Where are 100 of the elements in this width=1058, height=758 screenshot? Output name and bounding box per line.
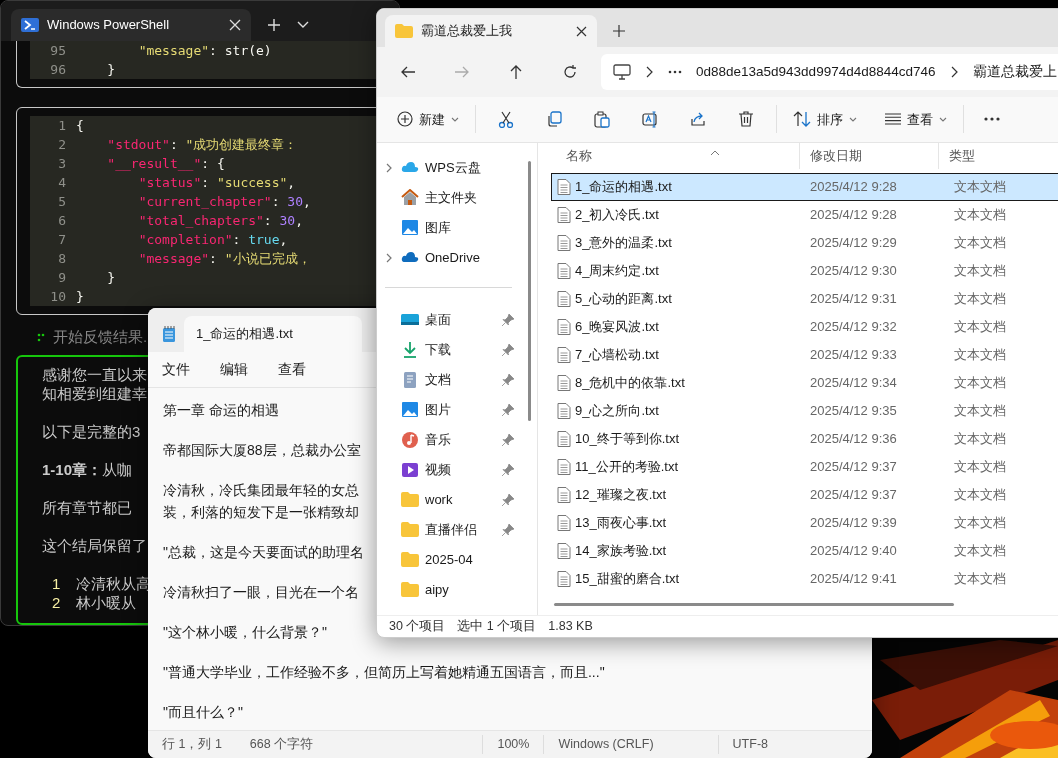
refresh-icon[interactable]	[562, 63, 578, 80]
file-row[interactable]: 13_雨夜心事.txt 2025/4/12 9:39 文本文档	[551, 508, 1058, 537]
file-type: 文本文档	[954, 206, 1006, 222]
address-bar[interactable]: 0d88de13a5d943dd9974d4d8844cd746 霸道总裁爱上	[601, 53, 1058, 90]
sidebar-item[interactable]: 主文件夹	[377, 182, 522, 213]
sidebar-item[interactable]: aipy	[377, 574, 522, 605]
file-row[interactable]: 3_意外的温柔.txt 2025/4/12 9:29 文本文档	[551, 228, 1058, 257]
line-number: 2	[57, 136, 66, 154]
file-row[interactable]: 15_甜蜜的磨合.txt 2025/4/12 9:41 文本文档	[551, 564, 1058, 593]
file-name: 14_家族考验.txt	[575, 541, 667, 560]
breadcrumb[interactable]: 0d88de13a5d943dd9974d4d8844cd746	[696, 61, 936, 83]
scrollbar-thumb[interactable]	[528, 160, 531, 421]
cut-icon[interactable]	[498, 110, 514, 128]
sidebar-item[interactable]: work	[377, 484, 522, 515]
file-row[interactable]: 6_晚宴风波.txt 2025/4/12 9:32 文本文档	[551, 312, 1058, 341]
file-date: 2025/4/12 9:28	[810, 206, 897, 222]
file-name: 6_晚宴风波.txt	[575, 317, 659, 336]
column-header[interactable]: 名称	[538, 142, 800, 169]
more-icon[interactable]	[984, 117, 1000, 122]
code-line: "message": "小说已完成，	[138, 250, 311, 268]
menu-item[interactable]: 文件	[162, 359, 190, 380]
caret-icon	[849, 116, 857, 122]
file-icon	[557, 514, 571, 531]
menu-item[interactable]: 编辑	[220, 359, 248, 380]
file-icon	[557, 430, 571, 447]
scrollbar-thumb[interactable]	[554, 602, 954, 606]
delete-icon[interactable]	[738, 110, 754, 128]
new-button[interactable]: 新建	[387, 102, 469, 137]
response-text: 知相爱到组建幸	[42, 384, 147, 403]
close-icon[interactable]	[576, 25, 587, 37]
up-icon[interactable]	[508, 63, 524, 80]
file-row[interactable]: 2_初入冷氏.txt 2025/4/12 9:28 文本文档	[551, 200, 1058, 229]
code-line: }	[107, 269, 116, 287]
text-line: "而且什么？"	[163, 703, 243, 722]
file-row[interactable]: 4_周末约定.txt 2025/4/12 9:30 文本文档	[551, 256, 1058, 285]
copy-icon[interactable]	[546, 110, 562, 128]
file-row[interactable]: 7_心墙松动.txt 2025/4/12 9:33 文本文档	[551, 340, 1058, 369]
file-row[interactable]: 8_危机中的依靠.txt 2025/4/12 9:34 文本文档	[551, 368, 1058, 397]
status-text: 1.83 KB	[548, 618, 593, 636]
share-icon[interactable]	[690, 110, 706, 128]
powershell-icon	[21, 17, 39, 33]
code-line: }	[107, 61, 116, 79]
explorer-tab[interactable]: 霸道总裁爱上我	[385, 15, 597, 47]
file-row[interactable]: 10_终于等到你.txt 2025/4/12 9:36 文本文档	[551, 424, 1058, 453]
file-type: 文本文档	[954, 402, 1006, 418]
file-name: 8_危机中的依靠.txt	[575, 373, 685, 392]
paste-icon[interactable]	[594, 110, 610, 128]
rename-icon[interactable]	[642, 110, 658, 128]
sort-button[interactable]: 排序	[783, 102, 867, 137]
sort-icon	[793, 111, 811, 128]
file-name: 5_心动的距离.txt	[575, 289, 672, 308]
column-header[interactable]: 修改日期	[799, 142, 940, 169]
terminal-tab[interactable]: Windows PowerShell	[11, 9, 251, 41]
file-date: 2025/4/12 9:33	[810, 346, 897, 362]
sidebar-item[interactable]: 桌面	[377, 304, 522, 335]
file-icon	[557, 570, 571, 587]
dropdown-icon[interactable]	[297, 21, 309, 29]
sidebar-item[interactable]: 直播伴侣	[377, 514, 522, 545]
music-icon	[401, 431, 419, 449]
sidebar-item[interactable]: 图片	[377, 394, 522, 425]
file-name: 2_初入冷氏.txt	[575, 205, 659, 224]
response-text: 1-10章：从咖	[42, 460, 133, 479]
menu-item[interactable]: 查看	[278, 359, 306, 380]
sidebar-item[interactable]: 音乐	[377, 424, 522, 455]
file-icon	[557, 458, 571, 475]
file-type: 文本文档	[954, 570, 1006, 586]
file-icon	[557, 374, 571, 391]
new-tab-icon[interactable]	[613, 25, 625, 37]
status-text: 行 1，列 1	[161, 736, 223, 754]
sidebar-item[interactable]: 下载	[377, 334, 522, 365]
file-row[interactable]: 11_公开的考验.txt 2025/4/12 9:37 文本文档	[551, 452, 1058, 481]
sidebar-item[interactable]: 2025-04	[377, 544, 522, 575]
chevron-icon	[645, 65, 654, 78]
status-text: Windows (CRLF)	[543, 735, 668, 754]
sidebar-item[interactable]: 图库	[377, 212, 522, 243]
sidebar-item[interactable]: WPS云盘	[377, 152, 522, 183]
text-line: "普通大学毕业，工作经验不多，但简历上写着她精通五国语言，而且..."	[163, 663, 605, 682]
file-type: 文本文档	[954, 318, 1006, 334]
file-row[interactable]: 12_璀璨之夜.txt 2025/4/12 9:37 文本文档	[551, 480, 1058, 509]
file-date: 2025/4/12 9:28	[810, 178, 897, 194]
notepad-tab[interactable]: 1_命运的相遇.txt	[184, 316, 362, 352]
sidebar-item[interactable]: 视频	[377, 454, 522, 485]
list-number: 1	[52, 574, 62, 593]
file-date: 2025/4/12 9:30	[810, 262, 897, 278]
image-icon	[401, 219, 419, 237]
file-row[interactable]: 5_心动的距离.txt 2025/4/12 9:31 文本文档	[551, 284, 1058, 313]
notepad-icon	[162, 325, 176, 343]
view-button[interactable]: 查看	[875, 102, 957, 137]
file-date: 2025/4/12 9:41	[810, 570, 897, 586]
caret-icon	[451, 116, 459, 122]
breadcrumb[interactable]: 霸道总裁爱上	[972, 61, 1057, 83]
more-icon[interactable]	[668, 69, 682, 74]
column-header[interactable]: 类型	[939, 142, 1058, 169]
list-number: 2	[52, 593, 62, 612]
sidebar-item[interactable]: 文档	[377, 364, 522, 395]
file-row[interactable]: 14_家族考验.txt 2025/4/12 9:40 文本文档	[551, 536, 1058, 565]
file-row[interactable]: 9_心之所向.txt 2025/4/12 9:35 文本文档	[551, 396, 1058, 425]
sidebar-item[interactable]: OneDrive	[377, 242, 522, 273]
file-row[interactable]: 1_命运的相遇.txt 2025/4/12 9:28 文本文档	[551, 172, 1058, 201]
file-name: 7_心墙松动.txt	[575, 345, 659, 364]
